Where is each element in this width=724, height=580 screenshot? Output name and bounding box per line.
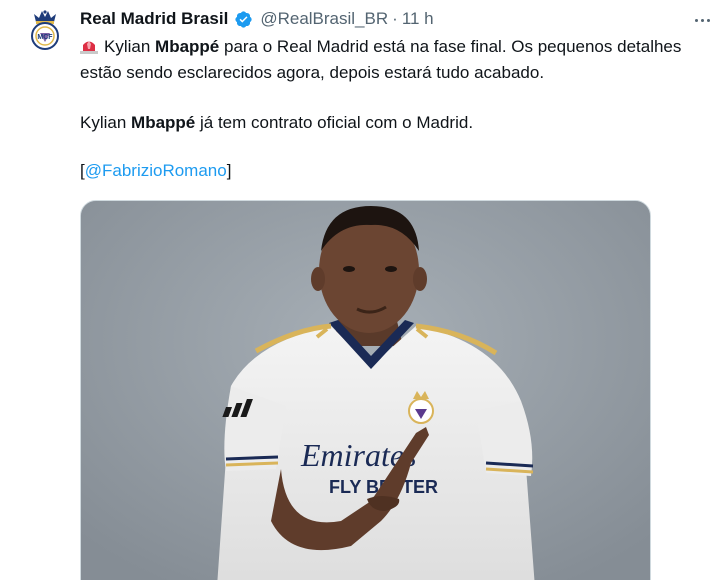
handle[interactable]: @RealBrasil_BR: [260, 8, 388, 30]
timestamp[interactable]: 11 h: [402, 8, 434, 30]
tweet-text-segment: Kylian: [80, 113, 132, 132]
tweet-text-segment: já tem contrato oficial com o Madrid.: [195, 113, 474, 132]
tweet-text-segment: Kylian: [104, 37, 156, 56]
tweet-paragraph-2: Kylian Mbappé já tem contrato oficial co…: [80, 110, 710, 136]
verified-badge-icon: [234, 10, 253, 29]
tweet-bold-name: Mbappé: [131, 113, 196, 132]
real-madrid-crest-icon: MCF: [31, 10, 59, 50]
tweet-paragraph-1: Kylian Mbappé para o Real Madrid está na…: [80, 34, 710, 86]
tweet-bold-name: Mbappé: [155, 37, 220, 56]
mention-link[interactable]: @FabrizioRomano: [85, 161, 227, 180]
separator-dot: ·: [392, 9, 398, 28]
more-options-icon[interactable]: [690, 8, 714, 32]
tweet[interactable]: MCF Real Madrid Brasil @RealBrasil_BR · …: [0, 0, 724, 580]
player-photo-illustration: Emirates FLY BETTER: [81, 201, 650, 580]
svg-text:MCF: MCF: [37, 34, 53, 41]
tweet-header: Real Madrid Brasil @RealBrasil_BR · 11 h: [80, 8, 434, 30]
display-name[interactable]: Real Madrid Brasil: [80, 8, 228, 30]
bracket-close: ]: [226, 161, 232, 180]
tweet-paragraph-3: [@FabrizioRomano]: [80, 158, 710, 184]
tweet-media-photo[interactable]: Emirates FLY BETTER: [80, 200, 651, 580]
police-siren-emoji: [80, 38, 98, 54]
avatar[interactable]: MCF: [28, 8, 62, 52]
